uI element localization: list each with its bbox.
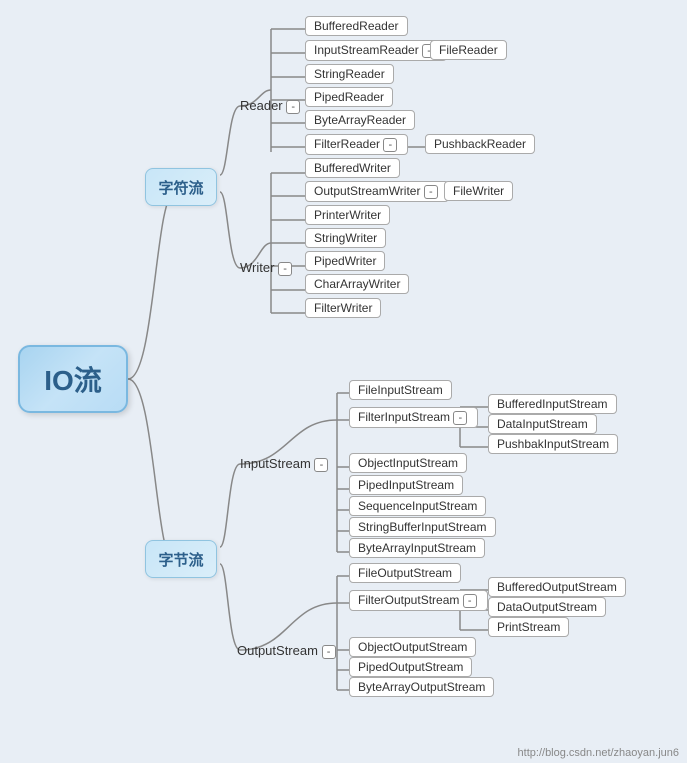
leaf-FilterInputStream: FilterInputStream - bbox=[349, 407, 478, 428]
leaf-FileReader: FileReader bbox=[430, 40, 507, 60]
leaf-ByteArrayReader: ByteArrayReader bbox=[305, 110, 415, 130]
leaf-ObjectInputStream: ObjectInputStream bbox=[349, 453, 467, 473]
leaf-FileOutputStream: FileOutputStream bbox=[349, 563, 461, 583]
leaf-ByteArrayOutputStream: ByteArrayOutputStream bbox=[349, 677, 494, 697]
leaf-PipedReader: PipedReader bbox=[305, 87, 393, 107]
leaf-BufferedOutputStream: BufferedOutputStream bbox=[488, 577, 626, 597]
leaf-PrinterWriter: PrinterWriter bbox=[305, 205, 390, 225]
leaf-StringBufferInputStream: StringBufferInputStream bbox=[349, 517, 496, 537]
leaf-StringWriter: StringWriter bbox=[305, 228, 386, 248]
leaf-DataInputStream: DataInputStream bbox=[488, 414, 597, 434]
writer-node: Writer - bbox=[240, 260, 294, 276]
reader-node: Reader - bbox=[240, 98, 302, 114]
inputstream-node: InputStream - bbox=[240, 456, 330, 472]
root-node: IO流 bbox=[18, 345, 128, 413]
leaf-SequenceInputStream: SequenceInputStream bbox=[349, 496, 486, 516]
leaf-FilterWriter: FilterWriter bbox=[305, 298, 381, 318]
leaf-StringReader: StringReader bbox=[305, 64, 394, 84]
char-stream-node: 字符流 bbox=[145, 168, 217, 206]
leaf-PushbackReader: PushbackReader bbox=[425, 134, 535, 154]
osw-conn: - bbox=[424, 185, 438, 199]
leaf-PrintStream: PrintStream bbox=[488, 617, 569, 637]
watermark: http://blog.csdn.net/zhaoyan.jun6 bbox=[518, 747, 679, 759]
leaf-PushbakInputStream: PushbakInputStream bbox=[488, 434, 618, 454]
leaf-ObjectOutputStream: ObjectOutputStream bbox=[349, 637, 476, 657]
leaf-BufferedReader: BufferedReader bbox=[305, 16, 408, 36]
fo-conn: - bbox=[463, 594, 477, 608]
leaf-FileInputStream: FileInputStream bbox=[349, 380, 452, 400]
leaf-CharArrayWriter: CharArrayWriter bbox=[305, 274, 409, 294]
writer-conn-icon: - bbox=[278, 262, 292, 276]
leaf-FilterOutputStream: FilterOutputStream - bbox=[349, 590, 488, 611]
leaf-PipedInputStream: PipedInputStream bbox=[349, 475, 463, 495]
leaf-FilterReader: FilterReader - bbox=[305, 134, 408, 155]
byte-stream-label: 字节流 bbox=[158, 549, 203, 570]
leaf-BufferedInputStream: BufferedInputStream bbox=[488, 394, 617, 414]
leaf-BufferedWriter: BufferedWriter bbox=[305, 158, 400, 178]
leaf-OutputStreamWriter: OutputStreamWriter - bbox=[305, 181, 449, 202]
char-stream-label: 字符流 bbox=[158, 177, 203, 198]
leaf-FileWriter: FileWriter bbox=[444, 181, 513, 201]
fi-conn: - bbox=[453, 411, 467, 425]
byte-stream-node: 字节流 bbox=[145, 540, 217, 578]
leaf-ByteArrayInputStream: ByteArrayInputStream bbox=[349, 538, 485, 558]
outputstream-conn-icon: - bbox=[322, 645, 336, 659]
fr-conn: - bbox=[383, 138, 397, 152]
root-label: IO流 bbox=[44, 359, 102, 399]
outputstream-node: OutputStream - bbox=[237, 643, 338, 659]
leaf-PipedWriter: PipedWriter bbox=[305, 251, 385, 271]
inputstream-conn-icon: - bbox=[314, 458, 328, 472]
leaf-PipedOutputStream: PipedOutputStream bbox=[349, 657, 472, 677]
leaf-InputStreamReader: InputStreamReader - bbox=[305, 40, 447, 61]
mind-map: IO流 字符流 字节流 Reader - Writer - InputStrea… bbox=[0, 0, 687, 763]
leaf-DataOutputStream: DataOutputStream bbox=[488, 597, 606, 617]
reader-conn-icon: - bbox=[286, 100, 300, 114]
